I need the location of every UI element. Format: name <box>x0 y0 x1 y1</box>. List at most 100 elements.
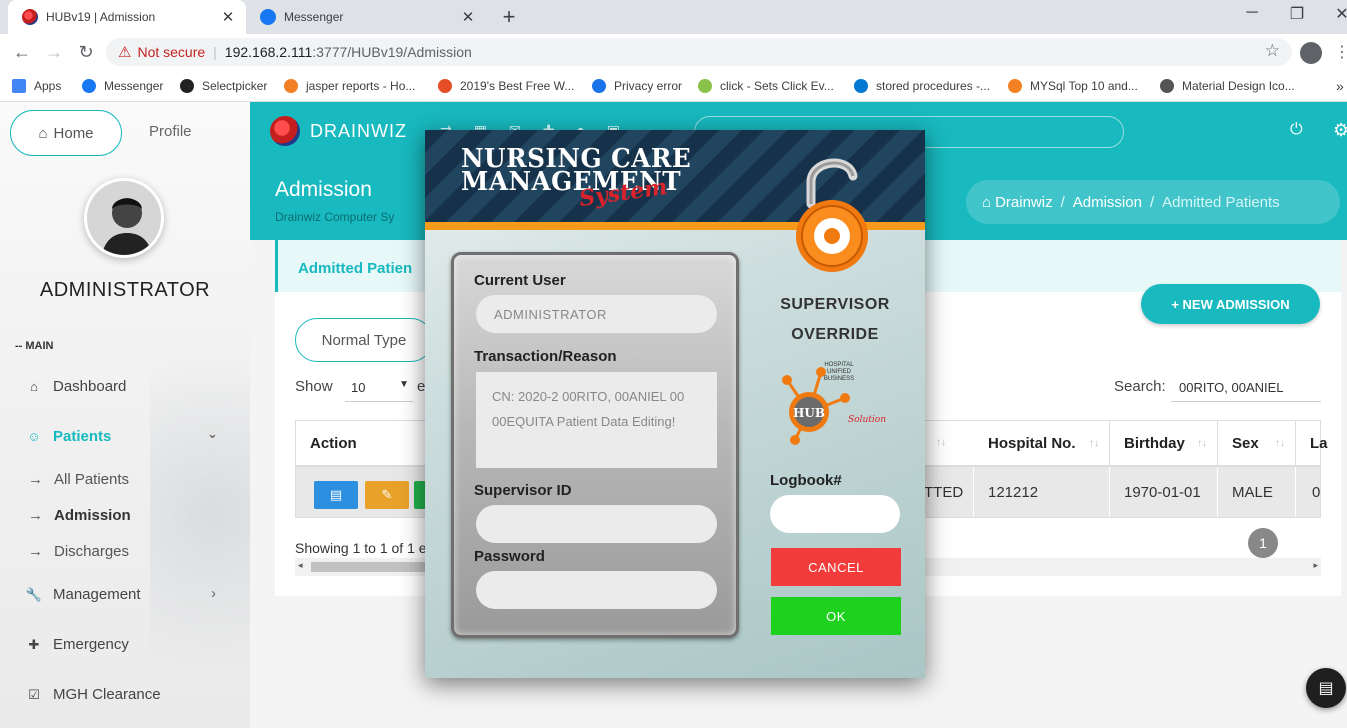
brand[interactable]: DRAINWIZ <box>270 116 407 146</box>
back-icon[interactable]: ← <box>10 40 34 64</box>
column-birthday[interactable]: Birthday ↑↓ <box>1110 421 1218 465</box>
column-last[interactable]: La <box>1296 421 1328 465</box>
tab-messenger[interactable]: Messenger ✕ <box>246 0 486 34</box>
bookmark-stored-procedures[interactable]: stored procedures -... <box>854 76 990 96</box>
bookmark-star-icon[interactable]: ☆ <box>1265 41 1280 61</box>
bookmark-label: stored procedures -... <box>876 79 991 93</box>
bookmark-label: Messenger <box>104 79 164 93</box>
chat-icon[interactable]: ▤ <box>1306 668 1346 708</box>
hub-solution-text: Solution <box>848 415 886 425</box>
column-label: Sex <box>1232 434 1259 452</box>
reason-textarea[interactable]: CN: 2020-2 00RITO, 00ANIEL 00 00EQUITA P… <box>476 372 717 468</box>
sidebar-item-emergency[interactable]: ✚ Emergency <box>25 636 129 653</box>
column-label: Hospital No. <box>988 434 1076 452</box>
table-info: Showing 1 to 1 of 1 e <box>295 540 427 556</box>
bookmark-mysql[interactable]: MYSql Top 10 and... <box>1008 76 1138 96</box>
forward-icon[interactable]: → <box>42 40 66 64</box>
tab-admission[interactable]: HUBv19 | Admission ✕ <box>8 0 246 34</box>
sort-icon: ↑↓ <box>936 437 946 448</box>
home-icon: ⌂ <box>38 124 48 142</box>
maximize-icon[interactable]: ❐ <box>1285 4 1309 24</box>
sidebar-item-mgh-clearance[interactable]: ☑ MGH Clearance <box>25 686 160 703</box>
sidebar-item-label: Management <box>53 586 141 603</box>
bookmark-material-design[interactable]: Material Design Ico... <box>1160 76 1295 96</box>
sort-icon: ↑↓ <box>1089 437 1099 449</box>
bookmark-best-free[interactable]: 2019's Best Free W... <box>438 76 574 96</box>
new-tab-button[interactable]: + <box>496 4 522 30</box>
sidebar-item-patients[interactable]: ☺ Patients ⌄ <box>25 426 225 445</box>
edit-button[interactable]: ✎ <box>365 481 409 509</box>
bookmarks-overflow-icon[interactable]: » <box>1336 76 1344 96</box>
scrollbar-thumb[interactable] <box>311 562 431 572</box>
sidebar-item-label: Emergency <box>53 636 129 653</box>
stackoverflow-icon <box>284 79 298 93</box>
current-user-label: Current User <box>474 272 566 289</box>
close-window-icon[interactable]: ✕ <box>1330 4 1347 24</box>
column-label: Birthday <box>1124 434 1185 452</box>
ok-button[interactable]: OK <box>771 597 901 635</box>
stackoverflow-icon <box>1008 79 1022 93</box>
breadcrumb-separator: / <box>1149 193 1155 211</box>
unlocked-padlock-icon <box>796 158 868 272</box>
sidebar-subitem-admission[interactable]: → Admission <box>28 507 131 524</box>
scroll-left-icon[interactable]: ◂ <box>298 560 303 571</box>
sidebar-item-dashboard[interactable]: ⌂ Dashboard <box>25 378 126 395</box>
override-title-line2: OVERRIDE <box>791 326 879 343</box>
bookmark-label: Selectpicker <box>202 79 268 93</box>
scroll-right-icon[interactable]: ▸ <box>1313 560 1318 571</box>
normal-type-button[interactable]: Normal Type <box>295 318 433 362</box>
chevron-right-icon: › <box>211 585 216 602</box>
password-input[interactable] <box>476 571 717 609</box>
bookmark-messenger[interactable]: Messenger <box>82 76 163 96</box>
breadcrumb-drainwiz[interactable]: Drainwiz <box>995 194 1053 211</box>
bookmark-apps[interactable]: Apps <box>12 76 61 96</box>
bookmarks-bar: Apps Messenger Selectpicker jasper repor… <box>0 70 1347 102</box>
profile-link[interactable]: Profile <box>149 123 192 140</box>
hub-logo-icon: HUB HOSPITAL UNIFIED BUSINESS Solution <box>782 362 886 445</box>
profile-avatar-icon[interactable] <box>1300 42 1322 64</box>
pencil-icon: ✎ <box>381 487 393 502</box>
cell-hospital-no: 121212 <box>974 467 1110 517</box>
home-button[interactable]: ⌂ Home <box>10 110 122 156</box>
not-secure-label[interactable]: Not secure <box>137 44 205 60</box>
breadcrumb-admitted-patients: Admitted Patients <box>1162 193 1280 211</box>
breadcrumb-admission[interactable]: Admission <box>1073 194 1142 211</box>
table-search-input[interactable]: 00RITO, 00ANIEL <box>1171 374 1321 402</box>
chevron-down-icon: ⌄ <box>207 426 218 441</box>
tab-close-icon[interactable]: ✕ <box>458 8 478 26</box>
page-title: Admission <box>275 178 372 201</box>
sidebar: ⌂ Home Profile ADMINISTRATOR -- MAIN ⌂ D… <box>0 102 250 728</box>
minimize-icon[interactable]: ─ <box>1240 4 1264 22</box>
sidebar-subitem-all-patients[interactable]: → All Patients <box>28 471 129 488</box>
search-label: Search: <box>1114 378 1166 395</box>
browser-menu-icon[interactable]: ⋮ <box>1334 42 1347 62</box>
page-1-button[interactable]: 1 <box>1248 528 1278 558</box>
logbook-input[interactable] <box>770 495 900 533</box>
bookmark-selectpicker[interactable]: Selectpicker <box>180 76 267 96</box>
column-sex[interactable]: Sex ↑↓ <box>1218 421 1296 465</box>
home-label: Home <box>53 124 94 142</box>
bookmark-privacy-error[interactable]: Privacy error <box>592 76 682 96</box>
sidebar-item-management[interactable]: 🔧 Management › <box>25 585 225 603</box>
url-bar[interactable]: ⚠ Not secure | 192.168.2.111 :3777/HUBv1… <box>106 38 1292 66</box>
cancel-button[interactable]: CANCEL <box>771 548 901 586</box>
supervisor-id-input[interactable] <box>476 505 717 543</box>
print-icon: ▤ <box>329 487 343 502</box>
bookmark-click[interactable]: click - Sets Click Ev... <box>698 76 834 96</box>
column-action[interactable]: Action <box>296 421 446 465</box>
column-hospital-no[interactable]: Hospital No. ↑↓ <box>974 421 1110 465</box>
settings-icon[interactable]: ⚙ <box>1333 120 1347 141</box>
show-entries-select[interactable]: 10 ▼ <box>345 374 413 402</box>
supervisor-override-dialog: NURSING CARE MANAGEMENT System Current U… <box>425 130 925 678</box>
power-icon[interactable]: ⏻ <box>1290 121 1303 139</box>
github-icon <box>180 79 194 93</box>
print-button[interactable]: ▤ <box>314 481 358 509</box>
tab-admitted-patients[interactable]: Admitted Patien <box>298 260 412 277</box>
cell-sex: MALE <box>1218 467 1296 517</box>
sidebar-subitem-discharges[interactable]: → Discharges <box>28 543 129 560</box>
new-admission-button[interactable]: + NEW ADMISSION <box>1141 284 1320 324</box>
reload-icon[interactable]: ↻ <box>74 40 98 64</box>
tab-close-icon[interactable]: ✕ <box>218 8 238 26</box>
sidebar-item-label: Patients <box>53 428 112 445</box>
bookmark-jasper[interactable]: jasper reports - Ho... <box>284 76 415 96</box>
